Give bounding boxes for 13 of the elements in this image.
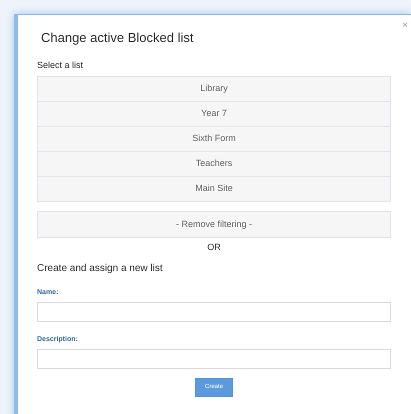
close-button[interactable]: × [402,21,408,31]
list-option[interactable]: Sixth Form [37,126,391,152]
select-label: Select a list [37,59,84,71]
list-option[interactable]: Teachers [37,151,391,177]
list-option[interactable]: Main Site [37,176,391,202]
list-option[interactable]: Library [37,76,391,102]
list-option[interactable]: Year 7 [37,101,391,127]
input-field[interactable] [37,349,391,369]
remove-filtering-button[interactable]: - Remove filtering - [37,211,391,238]
dialog-title: Change active Blocked list [40,29,194,47]
or-separator: OR [206,241,222,253]
input-field[interactable] [37,302,391,322]
create-heading: Create and assign a new list [37,262,164,275]
